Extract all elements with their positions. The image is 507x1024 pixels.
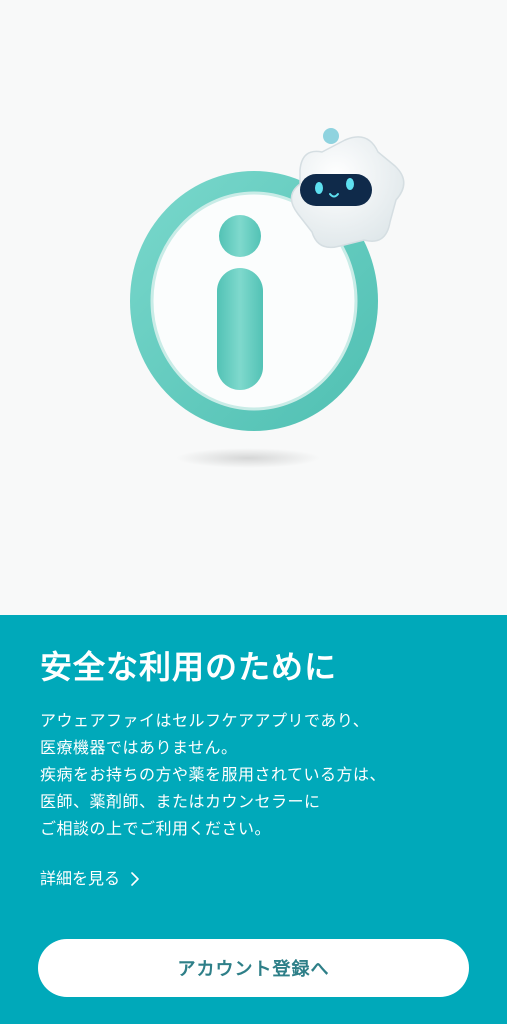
safety-notice-screen: 安全な利用のために アウェアファイはセルフケアアプリであり、 医療機器ではありま… (0, 0, 507, 1024)
info-title: 安全な利用のために (40, 648, 338, 686)
register-account-button[interactable]: アカウント登録へ (38, 939, 469, 997)
info-body: アウェアファイはセルフケアアプリであり、 医療機器ではありません。 疾病をお持ち… (40, 707, 470, 842)
info-body-line: アウェアファイはセルフケアアプリであり、 (40, 711, 370, 730)
illustration-area (0, 0, 507, 615)
info-panel: 安全な利用のために アウェアファイはセルフケアアプリであり、 医療機器ではありま… (0, 615, 507, 1024)
icon-shadow (176, 448, 320, 468)
details-link[interactable]: 詳細を見る (40, 867, 140, 891)
info-body-line: 医師、薬剤師、またはカウンセラーに (40, 792, 321, 811)
info-body-line: ご相談の上でご利用ください。 (40, 819, 272, 838)
chevron-right-icon (131, 872, 139, 886)
details-link-label: 詳細を見る (40, 869, 121, 888)
illustration (130, 128, 405, 468)
info-body-line: 医療機器ではありません。 (40, 738, 238, 757)
info-body-line: 疾病をお持ちの方や薬を服用されている方は、 (40, 765, 387, 784)
